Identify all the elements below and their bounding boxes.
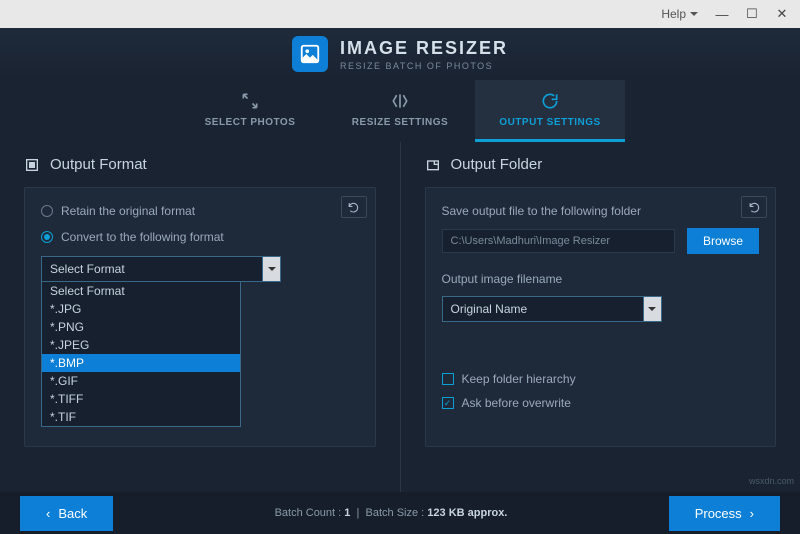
output-path-input[interactable]: C:\Users\Madhuri\Image Resizer: [442, 229, 675, 253]
app-logo-icon: [292, 36, 328, 72]
format-option[interactable]: *.BMP: [42, 354, 240, 372]
format-option[interactable]: *.TIF: [42, 408, 240, 426]
section-title: Output Format: [50, 156, 147, 173]
output-folder-panel: Output Folder Save output file to the fo…: [401, 142, 800, 492]
expand-icon: [240, 91, 260, 111]
tab-label: SELECT PHOTOS: [205, 117, 296, 128]
checkbox-icon: [442, 373, 454, 385]
chevron-left-icon: ‹: [46, 506, 50, 521]
radio-label: Convert to the following format: [61, 230, 224, 244]
tab-select-photos[interactable]: SELECT PHOTOS: [175, 80, 325, 142]
format-select-dropdown-button[interactable]: [263, 256, 281, 282]
app-header: IMAGE RESIZER RESIZE BATCH OF PHOTOS: [0, 28, 800, 80]
checkbox-ask-overwrite[interactable]: Ask before overwrite: [442, 396, 760, 410]
app-title: IMAGE RESIZER: [340, 38, 508, 59]
reset-folder-button[interactable]: [741, 196, 767, 218]
checkbox-label: Keep folder hierarchy: [462, 372, 576, 386]
format-option[interactable]: Select Format: [42, 282, 240, 300]
radio-convert-format[interactable]: Convert to the following format: [41, 230, 359, 244]
undo-icon: [748, 201, 761, 214]
format-icon: [24, 157, 40, 173]
step-tabs: SELECT PHOTOS RESIZE SETTINGS OUTPUT SET…: [0, 80, 800, 142]
batch-status: Batch Count : 1 | Batch Size : 123 KB ap…: [113, 507, 668, 519]
save-folder-label: Save output file to the following folder: [442, 204, 760, 218]
back-button[interactable]: ‹ Back: [20, 496, 113, 531]
help-menu[interactable]: Help: [653, 7, 706, 21]
format-option[interactable]: *.JPEG: [42, 336, 240, 354]
tab-label: RESIZE SETTINGS: [352, 117, 448, 128]
radio-label: Retain the original format: [61, 204, 195, 218]
checkbox-keep-hierarchy[interactable]: Keep folder hierarchy: [442, 372, 760, 386]
radio-icon: [41, 231, 53, 243]
titlebar: Help — ☐ ✕: [0, 0, 800, 28]
format-select-input[interactable]: Select Format: [41, 256, 263, 282]
format-dropdown-list: Select Format*.JPG*.PNG*.JPEG*.BMP*.GIF*…: [41, 282, 241, 427]
process-label: Process: [695, 506, 742, 521]
back-label: Back: [58, 506, 87, 521]
format-option[interactable]: *.PNG: [42, 318, 240, 336]
checkbox-icon: [442, 397, 454, 409]
app-subtitle: RESIZE BATCH OF PHOTOS: [340, 61, 508, 71]
checkbox-label: Ask before overwrite: [462, 396, 571, 410]
output-format-panel: Output Format Retain the original format…: [0, 142, 401, 492]
filename-select-dropdown-button[interactable]: [644, 296, 662, 322]
refresh-icon: [540, 91, 560, 111]
format-option[interactable]: *.JPG: [42, 300, 240, 318]
resize-icon: [390, 91, 410, 111]
footer-bar: ‹ Back Batch Count : 1 | Batch Size : 12…: [0, 492, 800, 534]
radio-retain-format[interactable]: Retain the original format: [41, 204, 359, 218]
radio-icon: [41, 205, 53, 217]
tab-label: OUTPUT SETTINGS: [499, 117, 600, 128]
filename-label: Output image filename: [442, 272, 760, 286]
tab-output-settings[interactable]: OUTPUT SETTINGS: [475, 80, 625, 142]
chevron-right-icon: ›: [750, 506, 754, 521]
maximize-button[interactable]: ☐: [738, 4, 766, 24]
reset-format-button[interactable]: [341, 196, 367, 218]
watermark: wsxdn.com: [749, 476, 794, 486]
browse-button[interactable]: Browse: [687, 228, 759, 254]
section-title: Output Folder: [451, 156, 543, 173]
undo-icon: [347, 201, 360, 214]
tab-resize-settings[interactable]: RESIZE SETTINGS: [325, 80, 475, 142]
minimize-button[interactable]: —: [708, 4, 736, 24]
close-button[interactable]: ✕: [768, 4, 796, 24]
process-button[interactable]: Process ›: [669, 496, 780, 531]
folder-icon: [425, 157, 441, 173]
filename-select-input[interactable]: Original Name: [442, 296, 644, 322]
format-option[interactable]: *.TIFF: [42, 390, 240, 408]
format-option[interactable]: *.GIF: [42, 372, 240, 390]
